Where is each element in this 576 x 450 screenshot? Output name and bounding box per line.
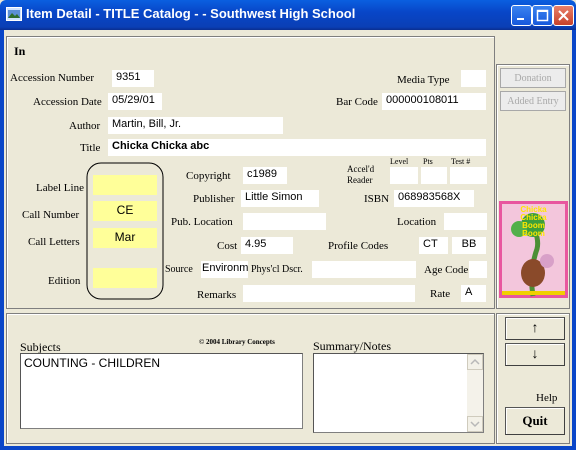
- call-number-label: Call Number: [22, 209, 80, 221]
- window-frame-bottom: [0, 446, 576, 450]
- title-label: Title: [80, 142, 101, 154]
- close-button[interactable]: [553, 5, 574, 26]
- source-label: Source: [165, 264, 193, 275]
- publisher-field[interactable]: Little Simon: [241, 190, 319, 207]
- media-type-field[interactable]: [461, 70, 486, 87]
- scroll-up-icon[interactable]: [467, 354, 483, 370]
- rate-label: Rate: [430, 288, 451, 300]
- age-code-label: Age Code: [424, 264, 469, 276]
- accel-level-field[interactable]: [390, 167, 418, 184]
- accession-date-label: Accession Date: [33, 96, 102, 108]
- rate-field[interactable]: A: [461, 285, 486, 302]
- source-field[interactable]: Environm: [201, 261, 248, 278]
- subjects-list[interactable]: COUNTING - CHILDREN: [20, 353, 303, 429]
- profile-codes-label: Profile Codes: [328, 240, 389, 252]
- profile-code-1-field[interactable]: CT: [419, 237, 448, 254]
- isbn-label: ISBN: [364, 193, 390, 205]
- accel-level-label: Level: [390, 157, 409, 166]
- label-line-label: Label Line: [36, 182, 84, 194]
- location-label: Location: [397, 216, 437, 228]
- accession-number-label: Accession Number: [10, 72, 95, 84]
- call-letters-label: Call Letters: [28, 236, 80, 248]
- accel-test-field[interactable]: [450, 167, 487, 184]
- cost-label: Cost: [217, 240, 238, 252]
- label-line-field[interactable]: [93, 175, 157, 195]
- status-label: In: [14, 44, 26, 58]
- remarks-label: Remarks: [197, 289, 237, 301]
- accel-pts-field[interactable]: [421, 167, 447, 184]
- publisher-label: Publisher: [193, 193, 235, 205]
- cover-title-4: Boom: [522, 229, 545, 238]
- close-icon: [558, 10, 569, 21]
- pub-location-field[interactable]: [243, 213, 326, 230]
- title-field[interactable]: Chicka Chicka abc: [108, 139, 486, 156]
- edition-label: Edition: [48, 275, 81, 287]
- minimize-icon: [517, 18, 524, 20]
- edition-field[interactable]: [93, 268, 157, 288]
- accession-number-field[interactable]: 9351: [112, 70, 154, 87]
- help-link[interactable]: Help: [536, 392, 557, 404]
- author-label: Author: [69, 120, 101, 132]
- summary-textarea[interactable]: [313, 353, 484, 433]
- maximize-button[interactable]: [532, 5, 553, 26]
- accel-reader-label: Accel'd Reader: [347, 164, 375, 185]
- maximize-icon: [536, 9, 549, 22]
- bar-code-field[interactable]: 000000108011: [382, 93, 486, 110]
- copyright-label: Copyright: [186, 170, 231, 182]
- copyright-notice: © 2004 Library Concepts: [199, 338, 275, 346]
- cost-field[interactable]: 4.95: [241, 237, 293, 254]
- donation-button[interactable]: Donation: [500, 68, 566, 88]
- media-type-label: Media Type: [397, 74, 450, 86]
- isbn-field[interactable]: 068983568X: [394, 190, 474, 207]
- scroll-down-icon[interactable]: [467, 416, 483, 432]
- author-field[interactable]: Martin, Bill, Jr.: [108, 117, 283, 134]
- copyright-field[interactable]: c1989: [243, 167, 287, 184]
- phys-descr-field[interactable]: [312, 261, 416, 278]
- window-frame-right: [572, 30, 576, 450]
- phys-descr-label: Phys'cl Dscr.: [251, 264, 303, 275]
- bar-code-label: Bar Code: [336, 96, 378, 108]
- profile-code-2-field[interactable]: BB: [452, 237, 486, 254]
- pub-location-label: Pub. Location: [171, 216, 233, 228]
- window-frame-left: [0, 30, 4, 450]
- accession-date-field[interactable]: 05/29/01: [108, 93, 162, 110]
- accel-test-label: Test #: [451, 157, 471, 166]
- summary-label: Summary/Notes: [313, 339, 391, 353]
- book-cover-image: Chicka Chicka Boom Boom: [499, 201, 568, 298]
- minimize-button[interactable]: [511, 5, 532, 26]
- accel-pts-label: Pts: [423, 157, 433, 166]
- quit-button[interactable]: Quit: [505, 407, 565, 435]
- location-field[interactable]: [444, 213, 487, 230]
- window-app-icon: [6, 7, 22, 21]
- window-title: Item Detail - TITLE Catalog - - Southwes…: [26, 6, 356, 21]
- cover-title-block: Chicka Chicka Boom Boom: [499, 206, 568, 238]
- call-letters-field[interactable]: Mar: [93, 228, 157, 248]
- remarks-field[interactable]: [243, 285, 415, 302]
- next-record-button[interactable]: ↓: [505, 343, 565, 366]
- call-number-field[interactable]: CE: [93, 201, 157, 221]
- previous-record-button[interactable]: ↑: [505, 317, 565, 340]
- summary-scrollbar[interactable]: [467, 354, 483, 432]
- age-code-field[interactable]: [469, 261, 487, 278]
- subject-item[interactable]: COUNTING - CHILDREN: [21, 354, 302, 372]
- added-entry-button[interactable]: Added Entry: [500, 91, 566, 111]
